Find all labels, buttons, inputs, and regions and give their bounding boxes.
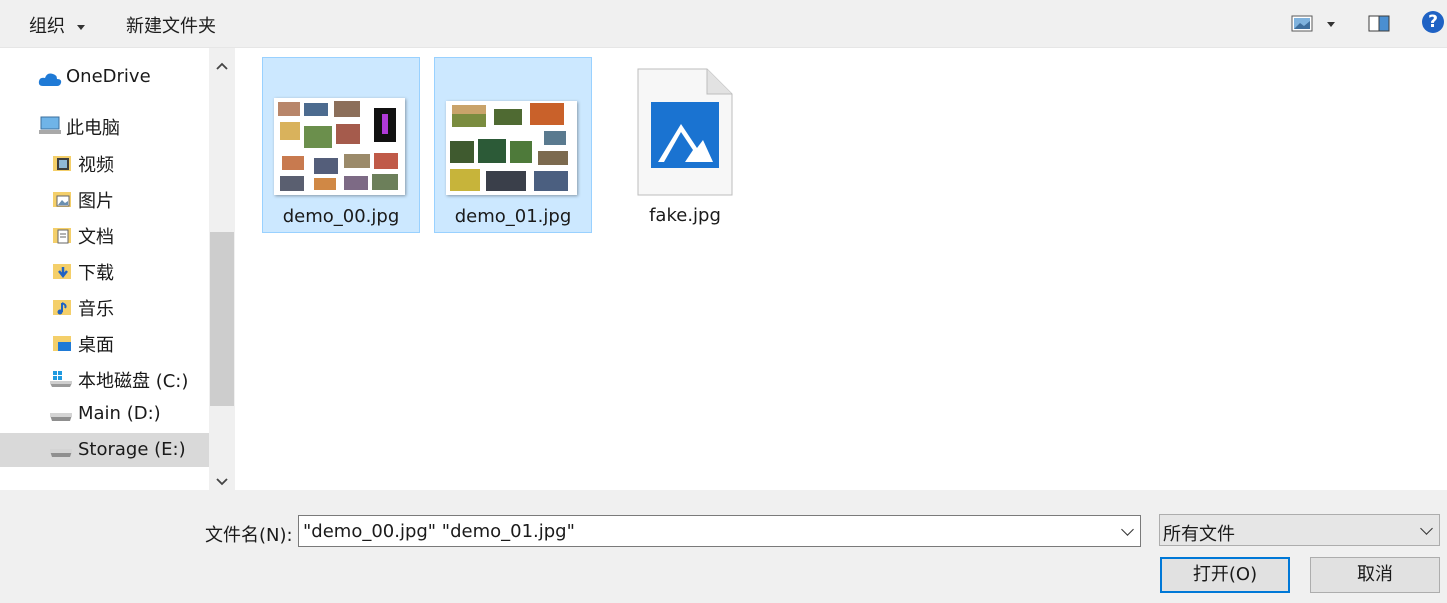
- open-button[interactable]: 打开(O): [1160, 557, 1290, 593]
- preview-pane-button[interactable]: [1368, 14, 1390, 39]
- windows-drive-icon: [50, 371, 72, 387]
- computer-icon: [39, 116, 61, 134]
- nav-item-desktop[interactable]: 桌面: [0, 325, 209, 359]
- collage-image: [450, 103, 568, 191]
- view-options-icon: [1291, 15, 1335, 32]
- file-name: fake.jpg: [649, 205, 721, 226]
- file-name: demo_00.jpg: [282, 206, 400, 227]
- collage-image: [278, 101, 398, 191]
- photo-collage-thumbnail: [446, 101, 577, 195]
- desktop-folder-icon: [53, 336, 71, 351]
- bottom-panel: 文件名(N): "demo_00.jpg" "demo_01.jpg" 所有文件…: [0, 490, 1447, 603]
- change-view-button[interactable]: [1291, 14, 1339, 39]
- organize-menu[interactable]: 组织: [29, 12, 85, 38]
- nav-label: Main (D:): [78, 403, 161, 424]
- drive-icon: [50, 413, 72, 421]
- nav-label: Storage (E:): [78, 439, 186, 460]
- nav-item-main-d[interactable]: Main (D:): [0, 397, 209, 431]
- scroll-up-button[interactable]: [215, 56, 229, 77]
- image-file-icon: [637, 68, 733, 196]
- preview-pane-icon: [1368, 15, 1390, 32]
- file-name: demo_01.jpg: [454, 206, 572, 227]
- file-item[interactable]: demo_01.jpg: [434, 57, 592, 233]
- chevron-down-icon: [76, 24, 85, 30]
- help-icon: ?: [1428, 12, 1438, 32]
- nav-label: OneDrive: [66, 66, 151, 87]
- nav-label: 下载: [78, 263, 114, 284]
- nav-item-music[interactable]: 音乐: [0, 289, 209, 323]
- filename-input[interactable]: "demo_00.jpg" "demo_01.jpg": [298, 515, 1141, 547]
- chevron-down-icon: [216, 478, 228, 486]
- chevron-up-icon: [216, 62, 228, 70]
- nav-label: 音乐: [78, 299, 114, 320]
- nav-item-local-disk-c[interactable]: 本地磁盘 (C:): [0, 361, 209, 395]
- cloud-icon: [38, 73, 62, 86]
- photo-collage-thumbnail: [274, 98, 405, 195]
- organize-label: 组织: [29, 16, 65, 37]
- nav-label: 文档: [78, 227, 114, 248]
- cancel-button[interactable]: 取消: [1310, 557, 1440, 593]
- filename-value: "demo_00.jpg" "demo_01.jpg": [303, 521, 575, 542]
- documents-folder-icon: [53, 228, 71, 244]
- filetype-value: 所有文件: [1163, 524, 1235, 545]
- nav-label: 此电脑: [66, 118, 120, 139]
- nav-item-videos[interactable]: 视频: [0, 145, 209, 179]
- nav-label: 视频: [78, 155, 114, 176]
- nav-item-onedrive[interactable]: OneDrive: [0, 60, 209, 94]
- nav-item-downloads[interactable]: 下载: [0, 253, 209, 287]
- nav-item-storage-e[interactable]: Storage (E:): [0, 433, 209, 467]
- pictures-folder-icon: [53, 192, 71, 207]
- nav-item-this-pc[interactable]: 此电脑: [0, 108, 209, 142]
- chevron-down-icon: [1420, 522, 1433, 535]
- nav-scrollbar-thumb[interactable]: [210, 232, 234, 406]
- filename-label: 文件名(N):: [205, 525, 293, 546]
- toolbar: 组织 新建文件夹 ?: [0, 0, 1447, 48]
- nav-item-documents[interactable]: 文档: [0, 217, 209, 251]
- file-list: demo_00.jpg demo_01.jpg fake.jpg: [236, 48, 1447, 490]
- nav-item-pictures[interactable]: 图片: [0, 181, 209, 215]
- video-folder-icon: [53, 156, 71, 171]
- help-button[interactable]: ?: [1422, 11, 1444, 33]
- nav-label: 本地磁盘 (C:): [78, 371, 189, 392]
- drive-icon: [50, 449, 72, 457]
- navigation-pane: OneDrive 此电脑 视频 图片 文档 下载 音乐 桌面 本地磁盘 (C:)…: [0, 48, 209, 490]
- nav-label: 桌面: [78, 335, 114, 356]
- downloads-folder-icon: [53, 264, 71, 279]
- nav-label: 图片: [78, 191, 114, 212]
- filetype-select[interactable]: 所有文件: [1159, 514, 1440, 546]
- new-folder-button[interactable]: 新建文件夹: [126, 12, 216, 38]
- chevron-down-icon[interactable]: [1121, 523, 1134, 536]
- file-item[interactable]: fake.jpg: [606, 57, 764, 233]
- file-item[interactable]: demo_00.jpg: [262, 57, 420, 233]
- music-folder-icon: [53, 300, 71, 315]
